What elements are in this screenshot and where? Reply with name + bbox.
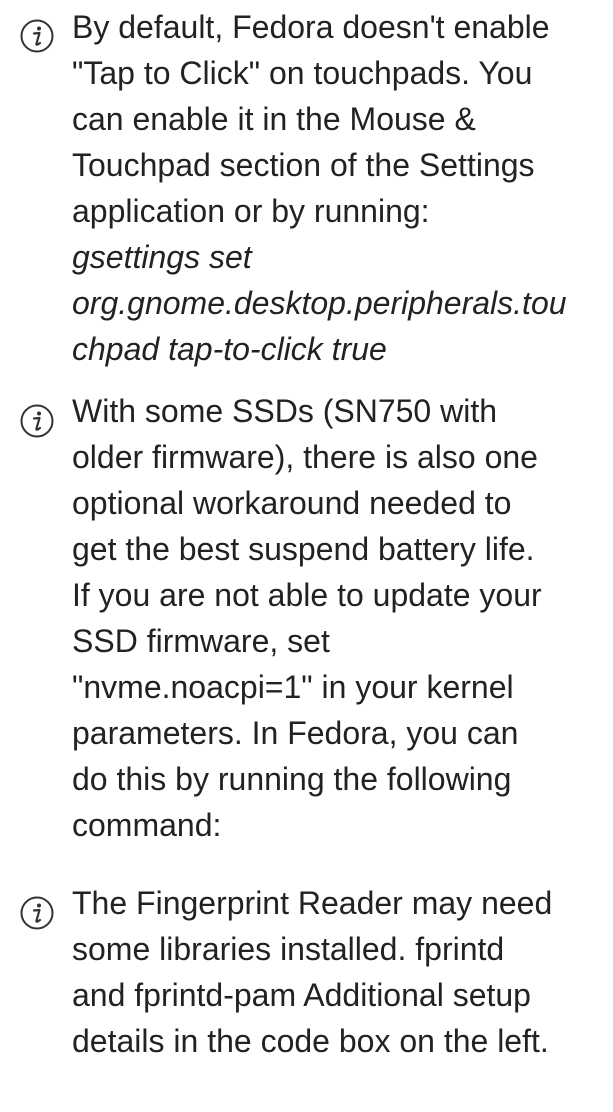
- command-line: gsettings set: [72, 239, 252, 275]
- note-line: "Tap to Click" on touchpads. You: [72, 55, 533, 91]
- note-line: SSD firmware, set: [72, 623, 330, 659]
- note-text: The Fingerprint Reader may need some lib…: [72, 880, 612, 1064]
- command-text: gsettings set org.gnome.desktop.peripher…: [72, 234, 592, 372]
- note-line: older firmware), there is also one: [72, 439, 538, 475]
- note-line: get the best suspend battery life.: [72, 531, 535, 567]
- command-line: org.gnome.desktop.peripherals.tou: [72, 285, 567, 321]
- note-text: By default, Fedora doesn't enable "Tap t…: [72, 4, 612, 372]
- note-line: If you are not able to update your: [72, 577, 542, 613]
- note-line: "nvme.noacpi=1" in your kernel: [72, 669, 514, 705]
- note-line: By default, Fedora doesn't enable: [72, 9, 550, 45]
- note-text: With some SSDs (SN750 with older firmwar…: [72, 388, 612, 848]
- note-line: do this by running the following: [72, 761, 512, 797]
- note-line: The Fingerprint Reader may need: [72, 885, 553, 921]
- note-line: optional workaround needed to: [72, 485, 512, 521]
- note-line: and fprintd-pam Additional setup: [72, 977, 531, 1013]
- note-line: details in the code box on the left.: [72, 1023, 549, 1059]
- note-line: Touchpad section of the Settings: [72, 147, 535, 183]
- note-line: parameters. In Fedora, you can: [72, 715, 519, 751]
- info-icon: [20, 19, 54, 53]
- note-line: some libraries installed. fprintd: [72, 931, 505, 967]
- note-line: can enable it in the Mouse &: [72, 101, 476, 137]
- info-icon: [20, 896, 54, 930]
- command-line: chpad tap-to-click true: [72, 331, 387, 367]
- note-line: application or by running:: [72, 193, 430, 229]
- note-line: With some SSDs (SN750 with: [72, 393, 498, 429]
- note-line: command:: [72, 807, 222, 843]
- info-icon: [20, 404, 54, 438]
